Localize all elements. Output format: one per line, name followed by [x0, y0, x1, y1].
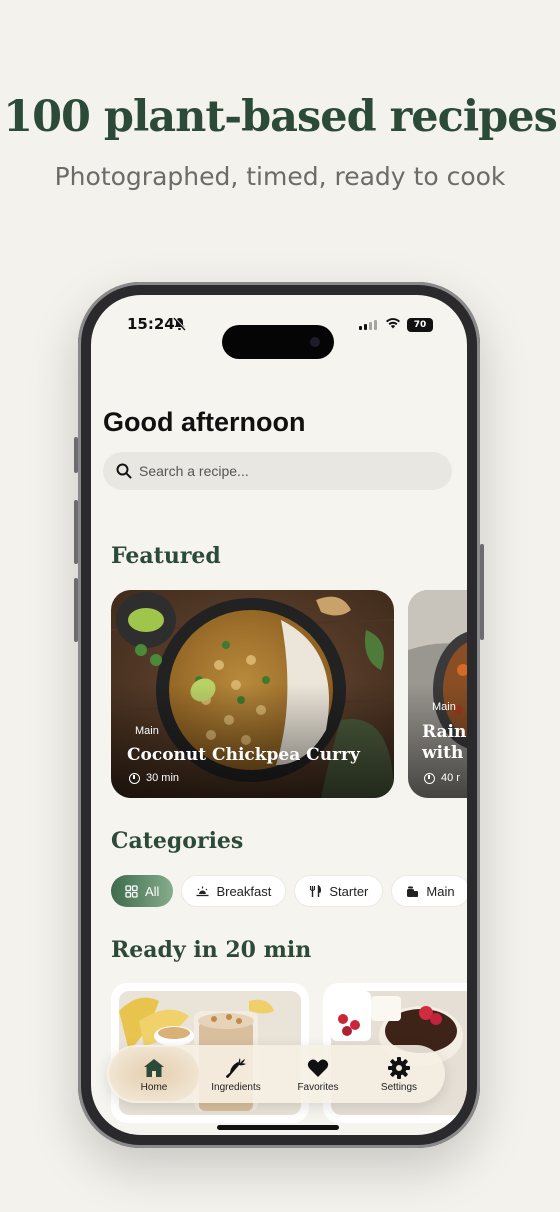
home-icon	[144, 1058, 164, 1077]
quick-heading: Ready in 20 min	[111, 937, 312, 963]
categories-heading: Categories	[111, 828, 244, 854]
carrot-icon	[226, 1057, 246, 1078]
search-input[interactable]	[139, 452, 439, 490]
chip-breakfast[interactable]: Breakfast	[181, 875, 287, 907]
chip-label: Breakfast	[216, 883, 272, 899]
gear-icon	[388, 1056, 410, 1079]
fork-knife-icon	[310, 884, 322, 897]
wifi-icon	[385, 316, 401, 334]
featured-time: 30 min	[129, 772, 179, 784]
featured-time: 40 r	[424, 772, 460, 784]
chip-label: Main	[426, 883, 455, 899]
featured-card[interactable]: Main Rain with 40 r	[408, 590, 467, 798]
status-time: 15:24	[127, 315, 175, 333]
volume-down-button	[74, 578, 78, 642]
featured-heading: Featured	[111, 543, 221, 569]
tab-label: Settings	[380, 1081, 418, 1093]
tab-label: Home	[140, 1081, 168, 1093]
grid-icon	[125, 884, 138, 898]
tab-ingredients[interactable]: Ingredients	[191, 1045, 281, 1103]
tab-home[interactable]: Home	[109, 1045, 199, 1103]
search-icon	[116, 463, 132, 479]
sunrise-icon	[196, 886, 209, 896]
cellular-signal-icon	[359, 320, 377, 330]
bottom-tab-bar: Home Ingredients Favorites Settings	[107, 1045, 445, 1103]
clock-icon	[129, 772, 140, 784]
featured-title: Rain	[422, 722, 467, 742]
featured-title-line2: with	[422, 743, 464, 763]
tab-label: Ingredients	[211, 1081, 261, 1093]
chip-label: Starter	[329, 883, 369, 899]
status-bar: 15:24 70	[91, 315, 467, 359]
dynamic-island	[222, 325, 334, 359]
tab-label: Favorites	[297, 1081, 339, 1093]
pot-icon	[407, 886, 419, 897]
greeting-title: Good afternoon	[103, 407, 306, 437]
category-chips: All Breakfast Starter Main	[111, 875, 467, 907]
action-button	[74, 437, 78, 473]
featured-title: Coconut Chickpea Curry	[127, 745, 360, 765]
power-button	[480, 544, 484, 640]
tab-settings[interactable]: Settings	[354, 1045, 444, 1103]
chip-all[interactable]: All	[111, 875, 174, 907]
featured-tag: Main	[432, 701, 456, 713]
tab-favorites[interactable]: Favorites	[273, 1045, 363, 1103]
featured-tag: Main	[135, 725, 159, 737]
featured-time-value: 40 r	[441, 772, 460, 784]
battery-indicator: 70	[407, 318, 433, 332]
featured-time-value: 30 min	[146, 772, 180, 784]
heart-icon	[307, 1058, 329, 1077]
clock-icon	[424, 772, 435, 784]
phone-frame: 15:24 70 Good afternoon Featured	[74, 282, 484, 1148]
app-screen: 15:24 70 Good afternoon Featured	[91, 295, 467, 1135]
search-bar[interactable]	[103, 452, 452, 490]
chip-label: All	[145, 883, 160, 899]
featured-card[interactable]: Main Coconut Chickpea Curry 30 min	[111, 590, 394, 798]
chip-main[interactable]: Main	[391, 875, 467, 907]
promo-subline: Photographed, timed, ready to cook	[54, 162, 506, 191]
volume-up-button	[74, 500, 78, 564]
home-indicator	[217, 1125, 339, 1130]
bell-muted-icon	[173, 317, 187, 335]
promo-headline: 100 plant-based recipes	[3, 92, 558, 142]
chip-starter[interactable]: Starter	[294, 875, 384, 907]
